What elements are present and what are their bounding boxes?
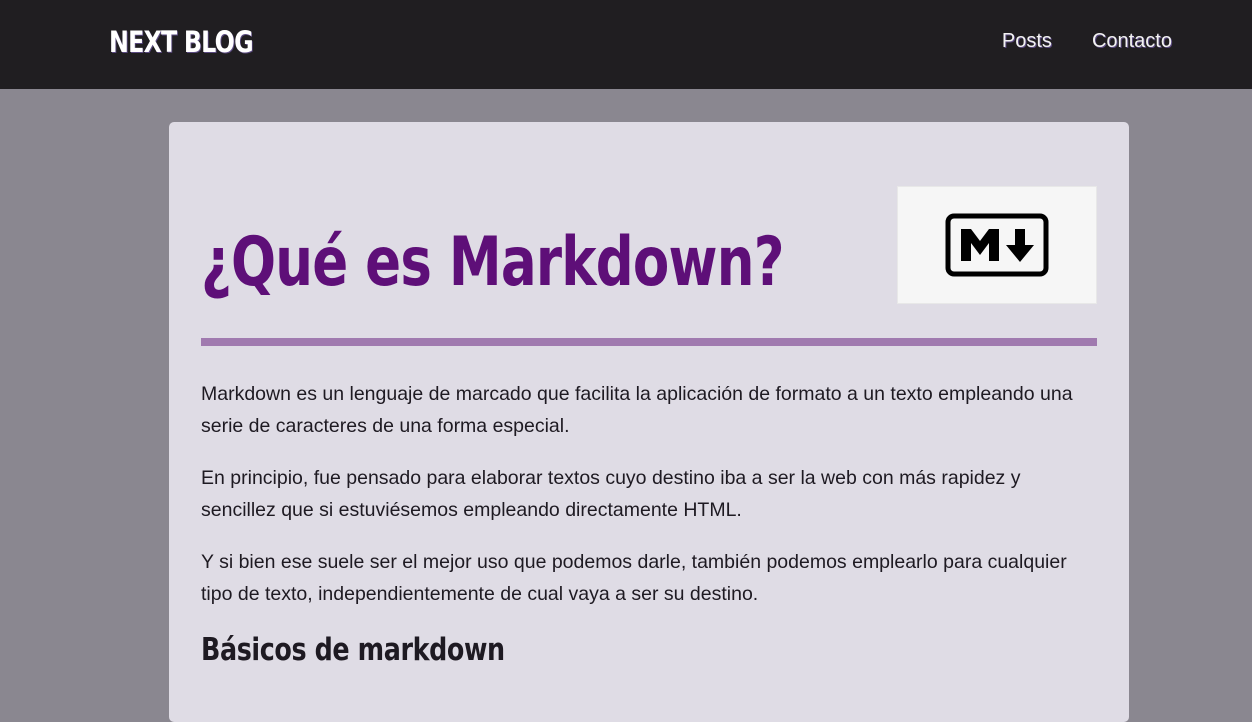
site-brand[interactable]: NEXT BLOG (109, 25, 254, 59)
section-heading: Básicos de markdown (201, 632, 505, 668)
post-title: ¿Qué es Markdown? (201, 223, 785, 302)
post-paragraph: Y si bien ese suele ser el mejor uso que… (201, 551, 1067, 605)
post-paragraph: En principio, fue pensado para elaborar … (201, 467, 1021, 521)
title-divider (201, 338, 1097, 346)
post-paragraph: Markdown es un lenguaje de marcado que f… (201, 383, 1073, 437)
nav-link-posts[interactable]: Posts (1002, 30, 1052, 53)
post-image (897, 186, 1097, 304)
nav-links: Posts Contacto (1002, 30, 1172, 53)
navbar: NEXT BLOG Posts Contacto (0, 0, 1252, 89)
nav-link-contacto[interactable]: Contacto (1092, 30, 1172, 53)
post-card: ¿Qué es Markdown? Markdown es un lenguaj… (169, 122, 1129, 722)
post-body: Markdown es un lenguaje de marcado que f… (201, 378, 1097, 670)
markdown-logo-icon (945, 213, 1049, 277)
post-header: ¿Qué es Markdown? (201, 186, 1097, 346)
